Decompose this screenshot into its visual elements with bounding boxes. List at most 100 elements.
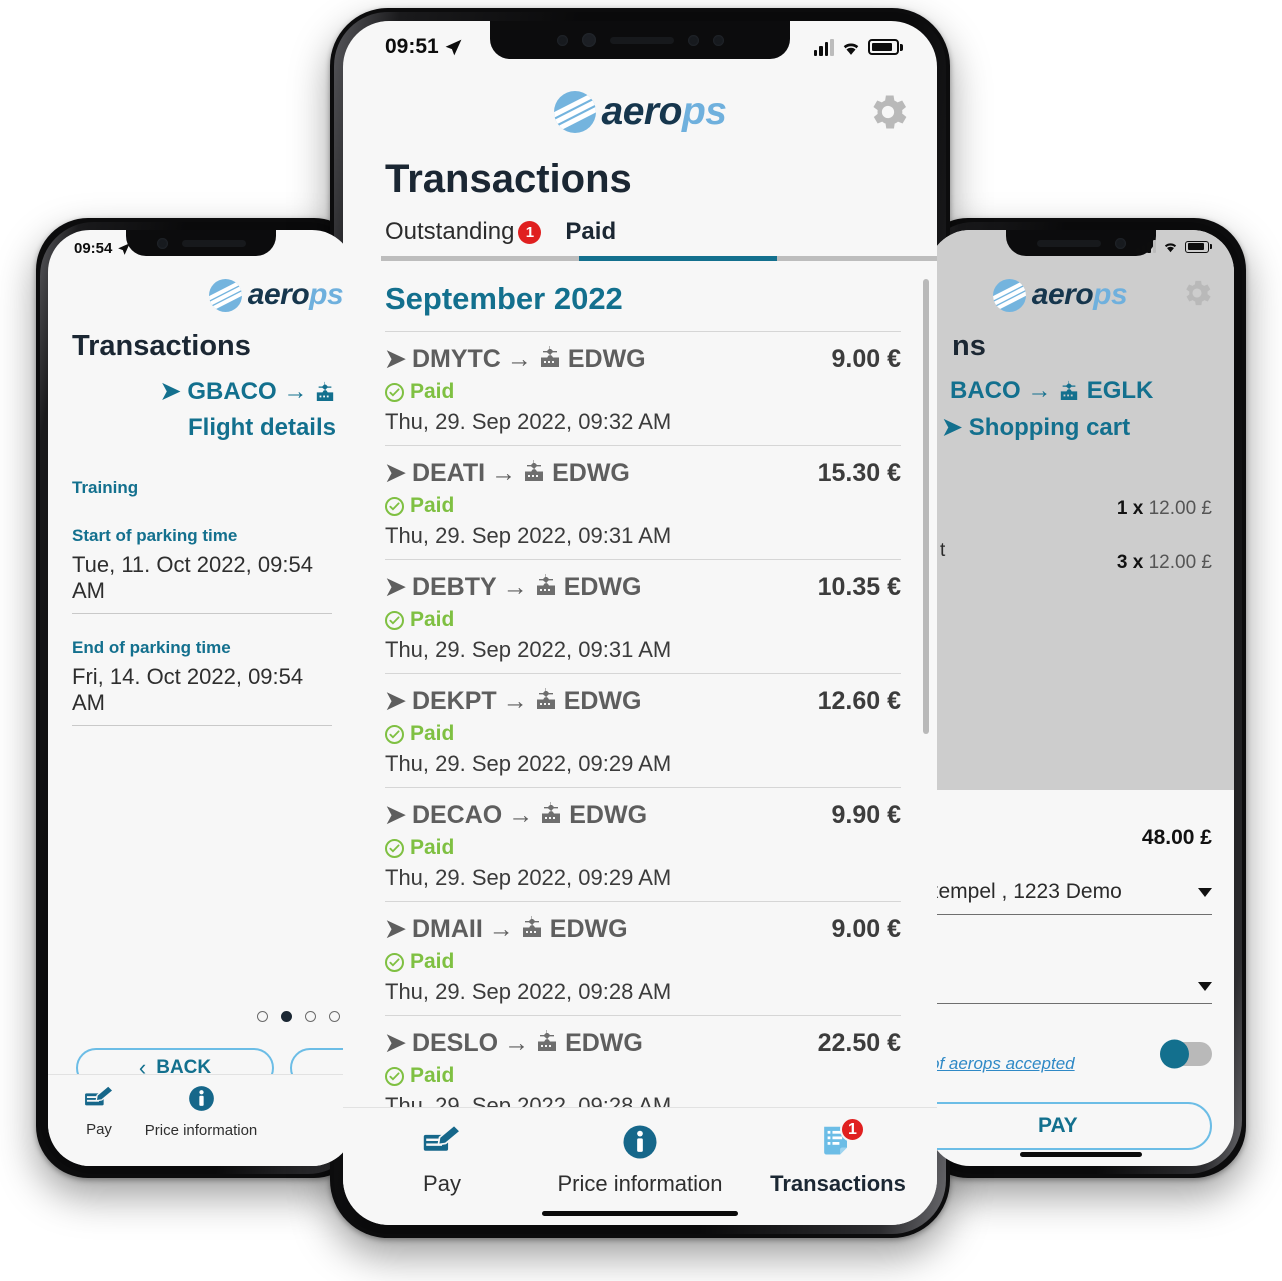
row-aircraft: DESLO: [411, 1028, 499, 1057]
row-aircraft: DMAII: [411, 914, 483, 943]
departure-arrow-icon: ➤: [385, 915, 406, 943]
transactions-list[interactable]: September 2022 ➤ DMYTC → EDWG 9.00 € Pai…: [385, 281, 901, 1212]
tab-outstanding[interactable]: Outstanding 1: [385, 218, 542, 246]
row-route: ➤ DEBTY → EDWG: [385, 572, 641, 602]
table-row[interactable]: ➤ DMAII → EDWG 9.00 € Paid Thu, 29. Sep …: [385, 901, 901, 1015]
right-page-title: ns: [952, 330, 986, 362]
row-status: Paid: [385, 950, 901, 974]
right-phone-device: aerops ns BACO → EGLK ➤ Shopping cart 1 …: [916, 218, 1246, 1178]
control-tower-icon: [522, 459, 546, 488]
battery-icon: [867, 39, 903, 55]
center-status-time: 09:51: [385, 35, 439, 58]
pager-dot-1[interactable]: [257, 1011, 268, 1022]
check-circle-icon: [385, 610, 404, 630]
right-address-select[interactable]: xempel , 1223 Demo: [928, 880, 1212, 915]
route-arrow-icon: →: [502, 572, 528, 601]
table-row[interactable]: ➤ DECAO → EDWG 9.90 € Paid Thu, 29. Sep …: [385, 787, 901, 901]
right-route-to: EGLK: [1086, 377, 1154, 404]
row-route: ➤ DEKPT → EDWG: [385, 686, 641, 716]
row-status: Paid: [385, 608, 901, 632]
left-route-from: GBACO: [187, 378, 277, 405]
row-route: ➤ DMYTC → EDWG: [385, 344, 646, 374]
row-datetime: Thu, 29. Sep 2022, 09:29 AM: [385, 751, 672, 776]
pager-dot-3[interactable]: [305, 1011, 316, 1022]
row-airport: EDWG: [552, 458, 630, 487]
gear-icon[interactable]: [865, 89, 911, 135]
left-pager-dots[interactable]: [190, 1011, 340, 1022]
left-page-title: Transactions: [72, 330, 251, 362]
aerops-logo-mark: [208, 278, 242, 312]
nav-item-pay[interactable]: Pay: [344, 1124, 540, 1197]
left-app-header: aerops: [48, 272, 354, 318]
chevron-down-icon: [1198, 982, 1212, 991]
nav-item-transactions-badge: 1: [839, 1117, 865, 1142]
nav-item-price-information-label: Price information: [557, 1171, 723, 1196]
left-field-end: End of parking time Fri, 14. Oct 2022, 0…: [72, 638, 332, 726]
center-phone-device: 09:51 aerops Transactions Outstanding 1 …: [330, 8, 950, 1238]
route-arrow-icon: →: [283, 378, 308, 405]
route-arrow-icon: →: [504, 1028, 530, 1057]
table-row[interactable]: ➤ DEKPT → EDWG 12.60 € Paid Thu, 29. Sep…: [385, 673, 901, 787]
left-phone-screen: 09:54 aerops Transactions ➤ GBACO → Flig…: [48, 230, 354, 1166]
left-field-end-label: End of parking time: [72, 638, 231, 657]
chevron-down-icon: [1198, 887, 1212, 897]
aerops-logo-text: aerops: [247, 278, 344, 311]
nav-item-pay-label: Pay: [423, 1171, 461, 1196]
row-datetime: Thu, 29. Sep 2022, 09:32 AM: [385, 409, 672, 434]
cellular-signal-icon: [1136, 240, 1156, 253]
right-line-item-1-qty: 1 x: [1116, 498, 1144, 519]
row-status: Paid: [385, 1064, 901, 1088]
departure-arrow-icon: ➤: [385, 345, 406, 373]
row-status: Paid: [385, 494, 901, 518]
table-row[interactable]: ➤ DMYTC → EDWG 9.00 € Paid Thu, 29. Sep …: [385, 331, 901, 445]
center-tab-indicator: [381, 256, 937, 261]
check-circle-icon: [385, 1066, 404, 1086]
nav-item-transactions-label: Transactions: [770, 1171, 906, 1196]
right-route-from: BACO: [950, 377, 1021, 404]
left-bottom-nav: Pay Price information: [48, 1074, 354, 1166]
pager-dot-4[interactable]: [329, 1011, 340, 1022]
center-page-title: Transactions: [385, 157, 632, 201]
route-arrow-icon: →: [1027, 377, 1052, 404]
check-circle-icon: [385, 496, 404, 516]
nav-item-price-information[interactable]: Price information: [145, 1085, 257, 1139]
right-terms-link[interactable]: of aerops accepted: [930, 1054, 1075, 1074]
row-amount: 9.00 €: [831, 915, 901, 943]
aerops-logo-mark: [992, 278, 1026, 312]
gear-icon[interactable]: [1180, 276, 1214, 310]
tab-paid-label: Paid: [565, 218, 617, 245]
nav-item-pay[interactable]: Pay: [49, 1085, 150, 1138]
nav-item-price-information-label: Price information: [144, 1122, 258, 1139]
right-payment-select[interactable]: [928, 948, 1212, 1004]
left-field-end-value: Fri, 14. Oct 2022, 09:54 AM: [72, 664, 304, 715]
left-field-start-value: Tue, 11. Oct 2022, 09:54 AM: [72, 552, 313, 603]
row-route: ➤ DEATI → EDWG: [385, 458, 630, 488]
row-status: Paid: [385, 836, 901, 860]
nav-item-transactions[interactable]: 1 Transactions: [740, 1117, 936, 1197]
nav-item-price-information[interactable]: Price information: [542, 1124, 738, 1197]
right-cart-title: ➤ Shopping cart: [942, 413, 1234, 442]
departure-arrow-icon: ➤: [385, 801, 406, 829]
row-datetime: Thu, 29. Sep 2022, 09:31 AM: [385, 523, 672, 548]
pager-dot-2[interactable]: [281, 1011, 292, 1022]
right-terms-toggle[interactable]: [1160, 1039, 1212, 1069]
battery-icon: [1185, 240, 1212, 253]
location-arrow-icon: [445, 39, 462, 55]
pay-card-pen-icon: [84, 1085, 114, 1116]
control-tower-icon: [314, 380, 336, 408]
right-flight-route: BACO → EGLK: [950, 377, 1234, 407]
aerops-logo: aerops: [992, 278, 1128, 312]
row-airport: EDWG: [565, 1028, 643, 1057]
tab-paid[interactable]: Paid: [565, 218, 616, 246]
table-row[interactable]: ➤ DEBTY → EDWG 10.35 € Paid Thu, 29. Sep…: [385, 559, 901, 673]
tab-outstanding-badge: 1: [518, 220, 542, 244]
location-arrow-icon: [118, 242, 131, 255]
row-aircraft: DECAO: [411, 800, 503, 829]
right-phone-screen: aerops ns BACO → EGLK ➤ Shopping cart 1 …: [928, 230, 1234, 1166]
screenshot-stage: 09:54 aerops Transactions ➤ GBACO → Flig…: [0, 0, 1282, 1281]
table-row[interactable]: ➤ DEATI → EDWG 15.30 € Paid Thu, 29. Sep…: [385, 445, 901, 559]
list-scrollbar[interactable]: [923, 279, 929, 734]
right-pay-button-label: PAY: [1038, 1114, 1078, 1137]
left-field-start: Start of parking time Tue, 11. Oct 2022,…: [72, 526, 332, 614]
row-amount: 9.00 €: [831, 345, 901, 373]
